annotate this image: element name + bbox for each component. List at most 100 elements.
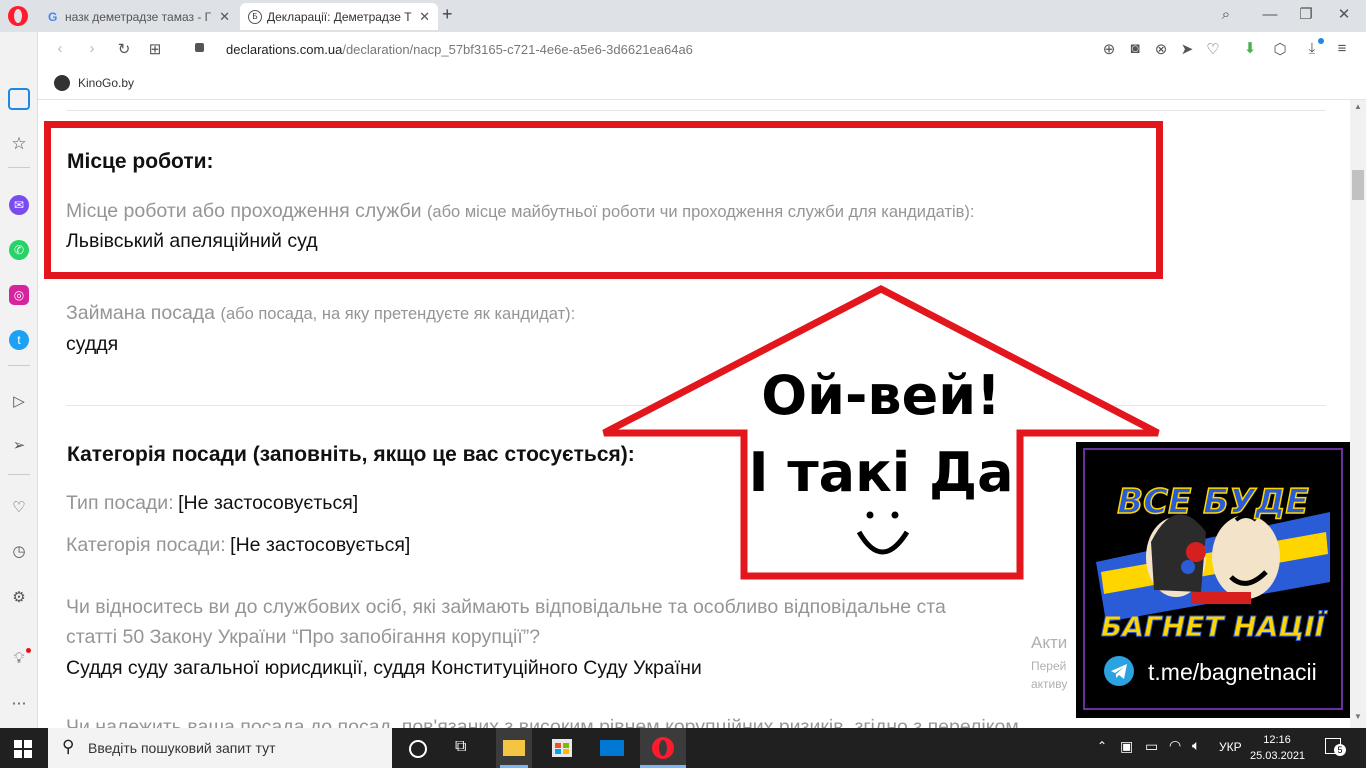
show-hidden-icons[interactable]: ⌃ bbox=[1097, 739, 1107, 753]
star-icon[interactable]: ☆ bbox=[9, 134, 29, 154]
volume-icon[interactable]: 🔈︎ bbox=[1192, 737, 1200, 754]
restore-icon[interactable]: ❐ bbox=[1296, 5, 1316, 23]
close-tab-icon[interactable]: ✕ bbox=[219, 9, 230, 25]
home-icon[interactable] bbox=[8, 88, 30, 110]
opera-logo-icon[interactable] bbox=[8, 6, 28, 26]
windows-taskbar: ⚲ Введіть пошуковий запит тут ⧉ ⌃ ▣ ▭ ◠ … bbox=[0, 728, 1366, 768]
history-icon[interactable]: ◷ bbox=[9, 542, 29, 560]
menu-icon[interactable]: ≡ bbox=[1332, 40, 1352, 57]
arrow-line1: Ой-вей! bbox=[761, 364, 1000, 427]
clock-date: 25.03.2021 bbox=[1250, 750, 1306, 762]
minimize-icon[interactable]: — bbox=[1260, 6, 1280, 23]
notification-count: 5 bbox=[1334, 744, 1346, 756]
question-line2: статті 50 Закону України “Про запобіганн… bbox=[66, 626, 541, 648]
close-window-icon[interactable]: ✕ bbox=[1334, 5, 1354, 23]
search-tabs-icon[interactable]: ⌕ bbox=[1216, 6, 1236, 23]
scroll-down-icon[interactable]: ▼ bbox=[1354, 712, 1362, 721]
heart-sidebar-icon[interactable]: ♡ bbox=[9, 498, 29, 516]
scroll-thumb[interactable] bbox=[1352, 170, 1364, 200]
task-view-icon[interactable]: ⧉ bbox=[455, 738, 466, 756]
explorer-icon[interactable] bbox=[496, 728, 532, 768]
cortana-icon[interactable] bbox=[409, 740, 427, 758]
taskbar-search[interactable]: ⚲ Введіть пошуковий запит тут bbox=[48, 728, 392, 768]
tab-grid-icon[interactable]: ⊞ bbox=[145, 40, 165, 58]
tab-label: назк деметрадзе тамаз - Г bbox=[65, 9, 212, 24]
bookmarks-bar: KinoGo.by bbox=[0, 68, 1366, 100]
url-domain: declarations.com.ua bbox=[226, 42, 343, 57]
cube-icon[interactable]: ⬡ bbox=[1270, 40, 1290, 58]
badge-title-bottom: БАГНЕТ НАЦІЇ bbox=[1100, 610, 1326, 644]
position-label-note: (або посада, на яку претендуєте як канди… bbox=[220, 305, 576, 323]
more-icon[interactable]: ⋯ bbox=[9, 694, 29, 712]
bookmark-label: KinoGo.by bbox=[78, 76, 135, 90]
mail-icon[interactable] bbox=[600, 740, 624, 756]
smiley-eye-right bbox=[891, 511, 899, 519]
scroll-up-icon[interactable]: ▲ bbox=[1354, 102, 1362, 111]
notification-dot bbox=[1318, 38, 1324, 44]
telegram-badge: ВСЕ БУДЕ БАГНЕТ НАЦІЇ t.me/bagnetnacii bbox=[1076, 442, 1350, 718]
question-line1: Чи відноситесь ви до службових осіб, які… bbox=[66, 596, 946, 618]
whatsapp-icon[interactable]: ✆ bbox=[9, 240, 29, 260]
scrollbar[interactable]: ▲ ▼ bbox=[1350, 100, 1366, 728]
store-icon[interactable] bbox=[552, 739, 572, 757]
url-field[interactable]: declarations.com.ua/declaration/nacp_57b… bbox=[226, 42, 693, 57]
watermark-line1: Акти bbox=[1031, 633, 1068, 652]
tab-label: Декларації: Деметрадзе Т bbox=[267, 9, 412, 24]
search-icon: ⚲ bbox=[62, 737, 75, 756]
tab-google-search[interactable]: G назк деметрадзе тамаз - Г ✕ bbox=[40, 3, 238, 30]
battery-icon[interactable]: ▭ bbox=[1145, 738, 1158, 755]
badge-title-top: ВСЕ БУДЕ bbox=[1116, 481, 1309, 523]
messenger-icon[interactable]: ✉ bbox=[9, 195, 29, 215]
position-label: Займана посада (або посада, на яку прете… bbox=[66, 302, 575, 325]
reload-icon[interactable]: ↻ bbox=[114, 40, 134, 58]
tips-icon[interactable]: 💡︎ bbox=[9, 650, 29, 667]
activation-watermark: Акти Перей активу bbox=[1031, 633, 1067, 691]
type-row: Тип посади: [Не застосовується] bbox=[66, 492, 358, 515]
category-label: Категорія посади: bbox=[66, 534, 226, 556]
cut-off-question: Чи належить ваша посада до посад, пов'яз… bbox=[66, 716, 1019, 728]
kinogo-bookmark[interactable]: KinoGo.by bbox=[54, 75, 134, 91]
new-tab-icon[interactable]: + bbox=[442, 4, 453, 25]
google-icon: G bbox=[48, 9, 58, 24]
send-icon[interactable]: ➤ bbox=[1177, 40, 1197, 58]
watermark-line2: Перей bbox=[1031, 659, 1067, 673]
zoom-icon[interactable]: ⊕ bbox=[1099, 40, 1119, 58]
clock[interactable]: 12:16 25.03.2021 bbox=[1250, 732, 1306, 764]
tray-app-icon[interactable]: ▣ bbox=[1120, 738, 1133, 755]
settings-icon[interactable]: ⚙ bbox=[9, 588, 29, 606]
smiley-eye-left bbox=[866, 511, 874, 519]
telegram-icon bbox=[1104, 656, 1134, 686]
close-tab-icon[interactable]: ✕ bbox=[419, 9, 430, 25]
download-extension-icon[interactable]: ⬇ bbox=[1240, 39, 1260, 57]
language-indicator[interactable]: УКР bbox=[1219, 740, 1242, 754]
opera-sidebar: ☆ ✉ ✆ ◎ t ▷ ➢ ♡ ◷ ⚙ 💡︎ ⋯ bbox=[0, 32, 38, 728]
arrow-shape bbox=[602, 285, 1160, 580]
tab-declarations[interactable]: Б Декларації: Деметрадзе Т ✕ bbox=[240, 3, 438, 30]
position-value: суддя bbox=[66, 333, 119, 355]
forward-icon[interactable]: › bbox=[82, 40, 102, 57]
network-icon[interactable]: ◠ bbox=[1169, 737, 1181, 754]
back-icon[interactable]: ‹ bbox=[50, 40, 70, 57]
search-placeholder: Введіть пошуковий запит тут bbox=[88, 740, 276, 756]
telegram-link[interactable]: t.me/bagnetnacii bbox=[1148, 659, 1317, 686]
url-path: /declaration/nacp_57bf3165-c721-4e6e-a5e… bbox=[342, 42, 693, 57]
windows-start-icon[interactable] bbox=[14, 740, 32, 758]
lock-icon bbox=[195, 43, 204, 52]
opera-taskbar-icon[interactable] bbox=[640, 728, 686, 768]
category-heading: Категорія посади (заповніть, якщо це вас… bbox=[67, 443, 635, 466]
send-sidebar-icon[interactable]: ➢ bbox=[9, 436, 29, 454]
camera-icon[interactable]: ◙ bbox=[1125, 40, 1145, 57]
heart-icon[interactable]: ♡ bbox=[1203, 40, 1223, 58]
type-value: [Не застосовується] bbox=[178, 492, 359, 514]
declarations-favicon-icon: Б bbox=[248, 9, 262, 24]
red-dot bbox=[26, 648, 31, 653]
category-value: [Не застосовується] bbox=[230, 534, 411, 556]
instagram-icon[interactable]: ◎ bbox=[9, 285, 29, 305]
player-icon[interactable]: ▷ bbox=[9, 392, 29, 410]
type-label: Тип посади: bbox=[66, 492, 174, 514]
red-highlight-frame bbox=[44, 121, 1163, 279]
kinogo-icon bbox=[54, 75, 70, 91]
arrow-line2: І такі Да bbox=[748, 441, 1013, 504]
twitter-icon[interactable]: t bbox=[9, 330, 29, 350]
adblock-icon[interactable]: ⊗ bbox=[1151, 40, 1171, 58]
